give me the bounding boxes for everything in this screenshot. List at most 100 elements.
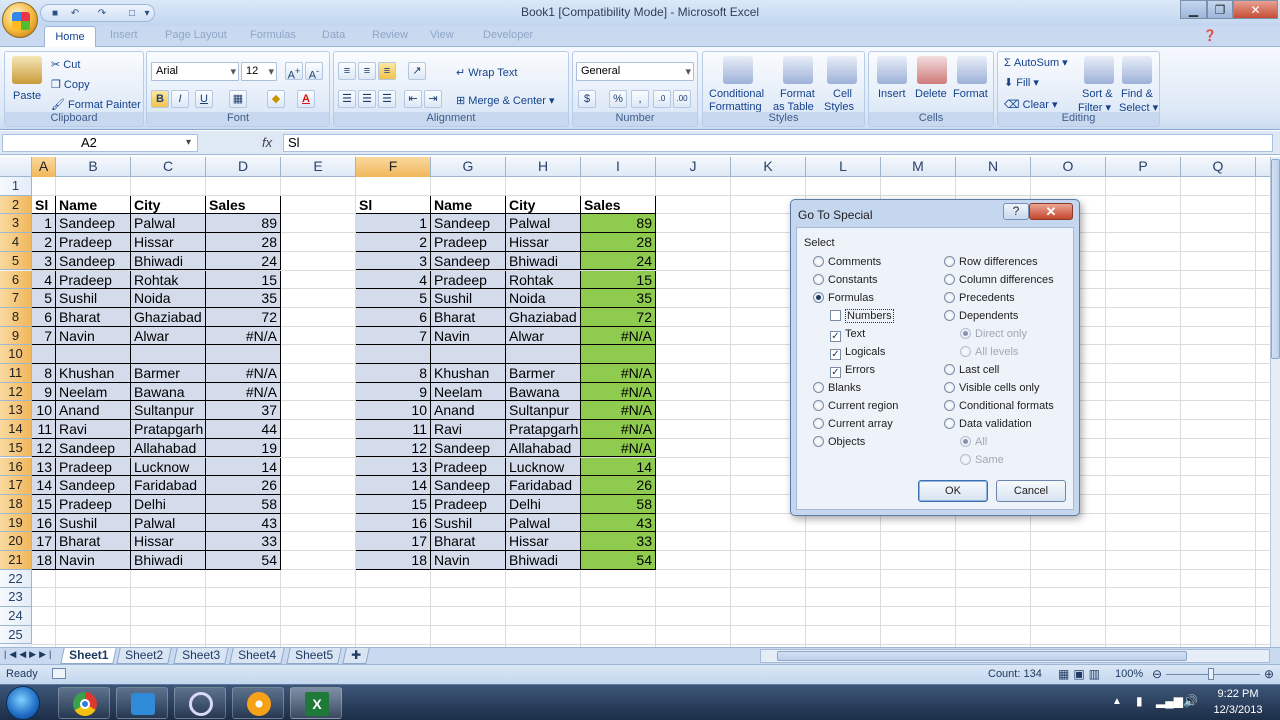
table-cell[interactable]: Barmer	[506, 364, 581, 383]
start-button[interactable]	[6, 686, 40, 720]
table-cell[interactable]: Pradeep	[56, 270, 131, 290]
macro-record-icon[interactable]	[52, 668, 66, 679]
table-cell[interactable]: #N/A	[581, 382, 656, 402]
currency-button[interactable]: $	[578, 90, 596, 108]
table-cell[interactable]: 72	[581, 307, 656, 327]
wrap-text-button[interactable]: ↵ Wrap Text	[456, 66, 517, 79]
table-cell[interactable]: 2	[32, 233, 56, 252]
align-top-icon[interactable]: ≡	[338, 62, 356, 80]
sheet-tab-4[interactable]: Sheet4	[229, 648, 285, 664]
comma-button[interactable]: ,	[631, 90, 649, 108]
horizontal-scrollbar[interactable]	[760, 649, 1270, 663]
new-document-icon[interactable]: □	[126, 8, 138, 19]
copy-button[interactable]: ❐ Copy	[51, 78, 90, 91]
column-header-k[interactable]: K	[731, 157, 806, 177]
table-cell[interactable]: 3	[32, 251, 56, 271]
table-cell[interactable]: Sandeep	[431, 214, 506, 234]
table-cell[interactable]: 43	[581, 513, 656, 533]
conditional-formatting-label[interactable]: Conditional	[709, 88, 764, 100]
table-cell[interactable]: 15	[32, 494, 56, 514]
checkbox-numbers[interactable]: Numbers	[830, 309, 894, 324]
table-cell[interactable]: Khushan	[431, 364, 506, 383]
table-header-cell[interactable]: Sl	[32, 195, 56, 215]
radio-blanks[interactable]: Blanks	[813, 382, 861, 396]
zoom-out-icon[interactable]: ⊖	[1152, 667, 1162, 681]
table-header-cell[interactable]: City	[131, 195, 206, 215]
row-header-6[interactable]: 6	[0, 270, 32, 290]
radio-same[interactable]: Same	[960, 454, 1004, 468]
flower-app-icon[interactable]	[232, 687, 284, 719]
table-cell[interactable]: Palwal	[131, 214, 206, 234]
table-cell[interactable]: Neelam	[56, 382, 131, 402]
undo-icon[interactable]: ↶	[69, 8, 81, 19]
customize-dropdown-icon[interactable]: ▾	[141, 8, 153, 19]
row-header-2[interactable]: 2	[0, 195, 32, 215]
clear-button[interactable]: ⌫ Clear ▾	[1004, 98, 1058, 111]
table-cell[interactable]: 26	[581, 476, 656, 495]
format-cells-button[interactable]: Format	[953, 88, 988, 100]
table-cell[interactable]: 43	[206, 513, 281, 533]
column-header-g[interactable]: G	[431, 157, 506, 177]
office-button[interactable]	[2, 2, 38, 38]
table-cell[interactable]: 14	[581, 457, 656, 477]
table-cell[interactable]: Pratapgarh	[131, 420, 206, 439]
table-cell[interactable]: 44	[206, 420, 281, 439]
table-cell[interactable]: Lucknow	[506, 457, 581, 477]
table-cell[interactable]: Bhiwadi	[506, 251, 581, 271]
camtasia-icon[interactable]	[116, 687, 168, 719]
table-cell[interactable]: Sandeep	[431, 438, 506, 458]
insert-cells-button[interactable]: Insert	[878, 88, 906, 100]
radio-current-region[interactable]: Current region	[813, 400, 898, 414]
table-cell[interactable]: Allahabad	[506, 438, 581, 458]
column-header-o[interactable]: O	[1031, 157, 1106, 177]
column-header-j[interactable]: J	[656, 157, 731, 177]
sort-filter-label[interactable]: Sort &	[1082, 88, 1113, 100]
radio-comments[interactable]: Comments	[813, 256, 881, 270]
minimize-button[interactable]: ▁	[1180, 0, 1207, 19]
number-format-select[interactable]: General ▾	[576, 62, 694, 81]
tab-developer[interactable]: Developer	[483, 29, 533, 41]
table-cell[interactable]: 13	[356, 457, 431, 477]
find-select-label[interactable]: Find &	[1121, 88, 1153, 100]
table-cell[interactable]: 28	[206, 233, 281, 252]
fx-icon[interactable]: fx	[262, 135, 272, 150]
table-cell[interactable]: Sultanpur	[131, 401, 206, 421]
table-cell[interactable]: Sushil	[431, 289, 506, 308]
table-cell[interactable]: Neelam	[431, 382, 506, 402]
table-cell[interactable]: 17	[356, 532, 431, 551]
table-cell[interactable]: Noida	[506, 289, 581, 308]
delete-cells-button[interactable]: Delete	[915, 88, 947, 100]
horizontal-scroll-thumb[interactable]	[777, 651, 1187, 661]
format-as-table-label[interactable]: Format	[780, 88, 815, 100]
table-cell[interactable]: #N/A	[581, 420, 656, 439]
row-header-18[interactable]: 18	[0, 494, 32, 514]
table-cell[interactable]: Navin	[431, 326, 506, 346]
insert-cells-icon[interactable]	[877, 56, 907, 84]
table-cell[interactable]: 11	[356, 420, 431, 439]
table-cell[interactable]: 10	[356, 401, 431, 421]
table-cell[interactable]: Faridabad	[131, 476, 206, 495]
fill-color-icon[interactable]: ◆	[267, 90, 285, 108]
row-header-11[interactable]: 11	[0, 364, 32, 383]
save-icon[interactable]: ■	[49, 8, 61, 19]
table-cell[interactable]: 24	[206, 251, 281, 271]
table-header-cell[interactable]: Sl	[356, 195, 431, 215]
table-cell[interactable]	[356, 345, 431, 364]
table-cell[interactable]: #N/A	[581, 438, 656, 458]
table-cell[interactable]: Barmer	[131, 364, 206, 383]
table-cell[interactable]: 6	[32, 307, 56, 327]
name-box-dropdown-icon[interactable]: ▾	[186, 137, 191, 148]
row-header-21[interactable]: 21	[0, 551, 32, 570]
table-cell[interactable]: Hissar	[131, 532, 206, 551]
name-box[interactable]: A2	[2, 134, 198, 152]
orientation-icon[interactable]: ↗	[408, 62, 426, 80]
table-cell[interactable]: Allahabad	[131, 438, 206, 458]
italic-button[interactable]: I	[171, 90, 189, 108]
tab-data[interactable]: Data	[322, 29, 345, 41]
table-cell[interactable]: #N/A	[581, 326, 656, 346]
table-header-cell[interactable]: Sales	[581, 195, 656, 215]
table-cell[interactable]: 54	[206, 551, 281, 570]
tray-volume-icon[interactable]: 🔊	[1183, 694, 1198, 708]
tab-review[interactable]: Review	[372, 29, 408, 41]
table-cell[interactable]: Navin	[56, 551, 131, 570]
